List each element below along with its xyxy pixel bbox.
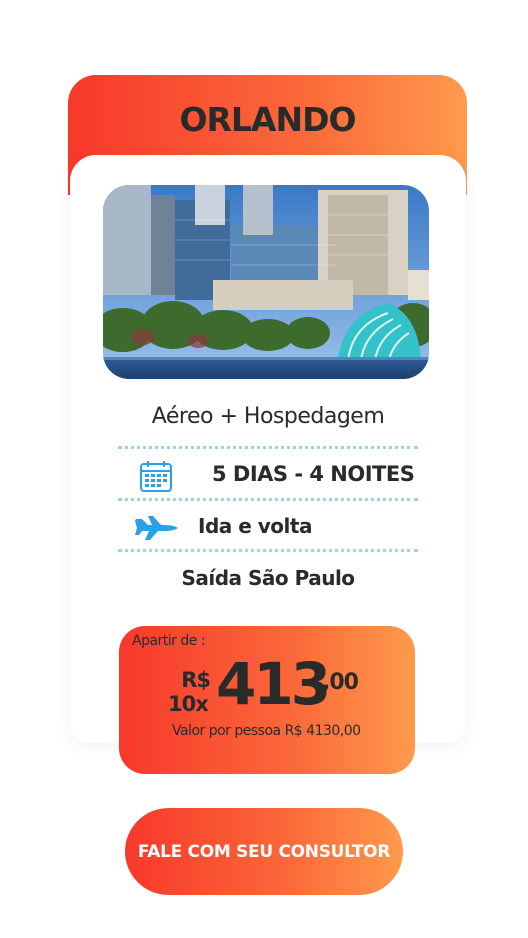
price-prefix: Apartir de : xyxy=(132,633,206,649)
calendar-icon xyxy=(138,458,174,498)
package-type: Aéreo + Hospedagem xyxy=(151,404,385,429)
price-per-person: Valor por pessoa R$ 4130,00 xyxy=(172,723,361,739)
divider xyxy=(118,549,418,552)
destination-photo xyxy=(103,185,429,379)
price-cents: ,00 xyxy=(322,670,359,695)
contact-consultant-button[interactable]: FALE COM SEU CONSULTOR xyxy=(125,808,403,895)
trip-duration: 5 DIAS - 4 NOITES xyxy=(212,462,415,486)
price-amount: 413 xyxy=(216,650,331,718)
price-installments: 10x xyxy=(168,692,209,716)
trip-type: Ida e volta xyxy=(198,514,312,538)
destination-title: ORLANDO xyxy=(179,100,356,139)
divider xyxy=(118,446,418,449)
divider xyxy=(118,498,418,501)
departure-city: Saída São Paulo xyxy=(181,566,355,590)
price-currency: R$ xyxy=(181,668,211,692)
airplane-icon xyxy=(134,513,180,545)
